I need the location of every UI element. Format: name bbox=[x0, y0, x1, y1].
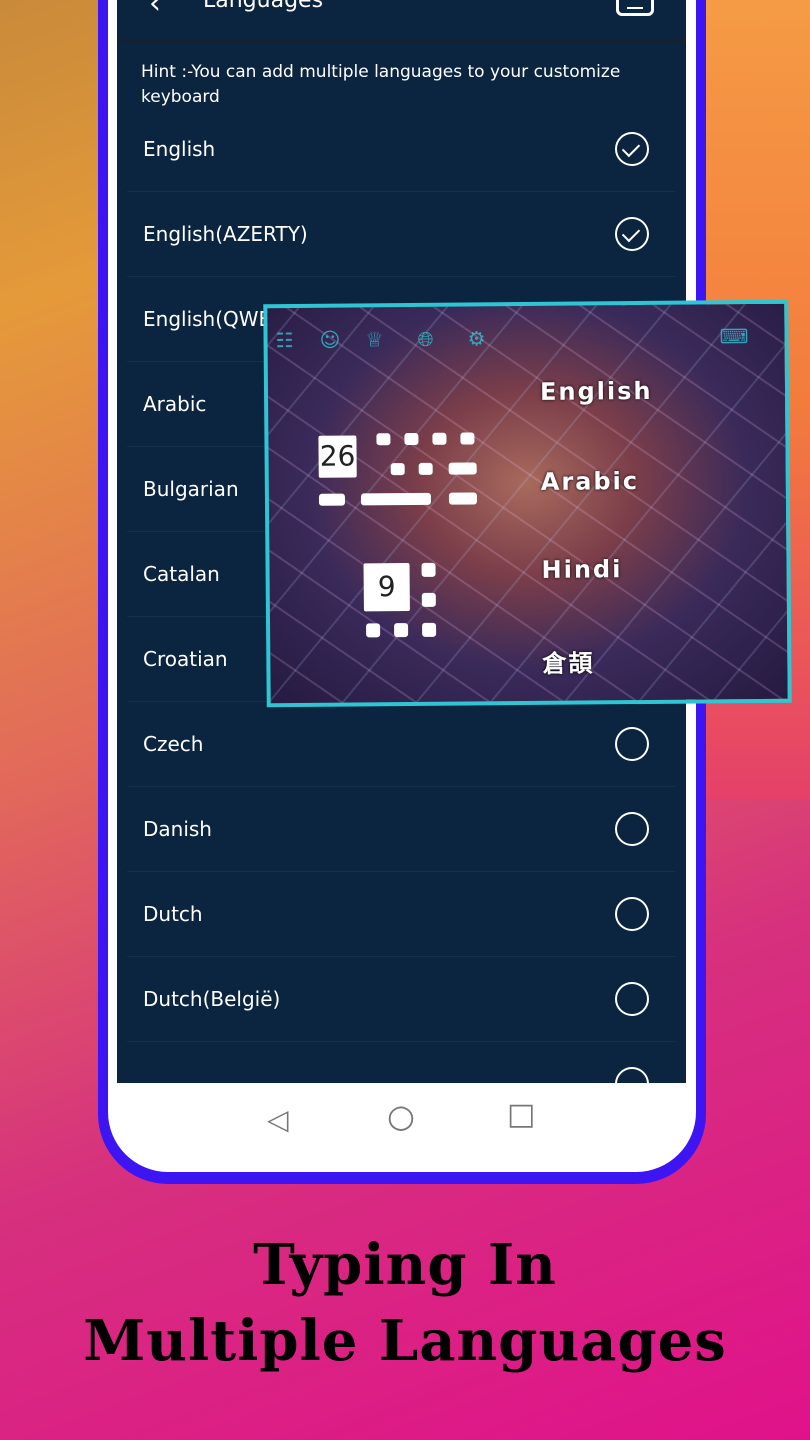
language-label: Dutch bbox=[143, 902, 203, 926]
empty-circle-icon[interactable] bbox=[615, 812, 649, 846]
theme-icon: ♕ bbox=[365, 327, 384, 352]
page-title: Languages bbox=[203, 0, 324, 13]
app-header: ‹ Languages bbox=[117, 0, 686, 42]
language-row[interactable]: Dutch(België) bbox=[127, 957, 675, 1042]
language-label: Arabic bbox=[143, 392, 207, 416]
empty-circle-icon[interactable] bbox=[615, 1067, 649, 1083]
keyboard-hide-icon: ⌨ bbox=[719, 324, 749, 349]
apps-icon: ☷ bbox=[275, 328, 294, 353]
hint-text: Hint :-You can add multiple languages to… bbox=[141, 62, 621, 107]
language-label: Bulgarian bbox=[143, 477, 239, 501]
language-label: Catalan bbox=[143, 562, 220, 586]
keyboard-lang-english: English bbox=[539, 376, 653, 406]
empty-circle-icon[interactable] bbox=[615, 897, 649, 931]
key-26: 26 bbox=[318, 435, 357, 478]
language-row[interactable]: English bbox=[127, 107, 675, 192]
language-label: Dutch(België) bbox=[143, 987, 281, 1011]
nav-recent-icon[interactable]: □ bbox=[507, 1097, 535, 1132]
keyboard-icon[interactable] bbox=[616, 0, 654, 16]
empty-circle-icon[interactable] bbox=[615, 982, 649, 1016]
keyboard-lang-cangjie: 倉頡 bbox=[542, 649, 595, 678]
language-label: Croatian bbox=[143, 647, 228, 671]
system-nav-bar: ◁ ○ □ bbox=[117, 1083, 686, 1153]
globe-icon: 🌐︎ bbox=[417, 326, 434, 351]
caption-line-1: Typing In bbox=[253, 1232, 557, 1298]
caption-line-2: Multiple Languages bbox=[83, 1308, 727, 1374]
language-row[interactable]: Dutch bbox=[127, 872, 675, 957]
language-row[interactable]: Czech bbox=[127, 702, 675, 787]
language-row[interactable]: English(AZERTY) bbox=[127, 192, 675, 277]
key-9: 9 bbox=[363, 563, 410, 612]
language-label: Danish bbox=[143, 817, 212, 841]
emoji-icon: ☺ bbox=[319, 327, 341, 352]
language-row[interactable]: Danish bbox=[127, 787, 675, 872]
keyboard-preview: ☷ ☺ ♕ 🌐︎ ⚙ ⌨ 26 9 English Arabic Hindi 倉… bbox=[263, 299, 792, 708]
nav-home-icon[interactable]: ○ bbox=[387, 1097, 415, 1135]
keyboard-lang-arabic: Arabic bbox=[540, 467, 640, 496]
language-label: Czech bbox=[143, 732, 204, 756]
gear-icon: ⚙ bbox=[467, 326, 486, 351]
language-row[interactable] bbox=[127, 1042, 675, 1083]
language-label: English(AZERTY) bbox=[143, 222, 308, 246]
language-label: English bbox=[143, 137, 216, 161]
nav-back-icon[interactable]: ◁ bbox=[267, 1103, 289, 1136]
check-circle-icon[interactable] bbox=[615, 132, 649, 166]
chevron-left-icon[interactable]: ‹ bbox=[149, 0, 161, 21]
check-circle-icon[interactable] bbox=[615, 217, 649, 251]
empty-circle-icon[interactable] bbox=[615, 727, 649, 761]
keyboard-lang-hindi: Hindi bbox=[541, 555, 623, 584]
